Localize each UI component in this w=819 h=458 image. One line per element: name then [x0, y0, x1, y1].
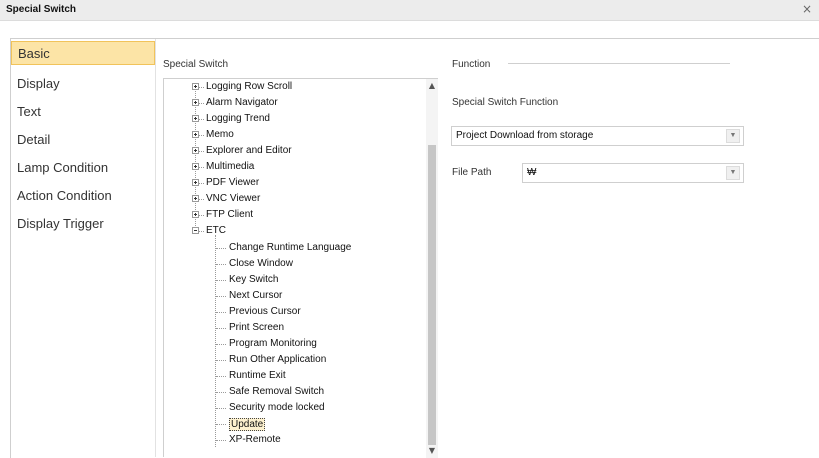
- tree-node-pdf-viewer[interactable]: PDF Viewer: [206, 175, 259, 191]
- nav-item-text[interactable]: Text: [11, 100, 155, 124]
- tree-connector: [216, 408, 226, 409]
- tree-connector: [199, 199, 204, 200]
- expand-icon[interactable]: [192, 163, 199, 170]
- tree-scrollbar[interactable]: ▲ ▼: [426, 79, 438, 458]
- function-group-divider: [508, 63, 730, 64]
- expand-icon[interactable]: [192, 195, 199, 202]
- tree-node-print-screen[interactable]: Print Screen: [229, 320, 284, 336]
- expand-icon[interactable]: [192, 131, 199, 138]
- tree-connector: [199, 167, 204, 168]
- nav-item-lamp-condition[interactable]: Lamp Condition: [11, 156, 155, 180]
- tree-node-change-runtime-language[interactable]: Change Runtime Language: [229, 240, 351, 256]
- file-path-select[interactable]: ₩ ▼: [522, 163, 744, 183]
- tree-node-alarm-navigator[interactable]: Alarm Navigator: [206, 95, 278, 111]
- tree-connector: [199, 103, 204, 104]
- function-group-label: Function: [452, 59, 491, 70]
- tree-connector: [199, 231, 204, 232]
- nav-item-display-trigger[interactable]: Display Trigger: [11, 212, 155, 236]
- tree-node-multimedia[interactable]: Multimedia: [206, 159, 254, 175]
- tree-node-update[interactable]: Update: [229, 418, 266, 431]
- tree-connector: [199, 215, 204, 216]
- tree-connector: [216, 328, 226, 329]
- expand-icon[interactable]: [192, 83, 199, 90]
- tree-node-security-mode-locked[interactable]: Security mode locked: [229, 400, 325, 416]
- nav-item-detail[interactable]: Detail: [11, 128, 155, 152]
- tree-connector: [216, 360, 226, 361]
- expand-icon[interactable]: [192, 115, 199, 122]
- scroll-up-icon[interactable]: ▲: [426, 81, 438, 91]
- tree-connector: [216, 392, 226, 393]
- tree-node-etc[interactable]: ETC: [206, 223, 226, 239]
- tree-node-memo[interactable]: Memo: [206, 127, 234, 143]
- tree-node-next-cursor[interactable]: Next Cursor: [229, 288, 282, 304]
- tree-connector: [216, 264, 226, 265]
- tree-etc-line: [215, 235, 216, 447]
- tree-connector: [216, 424, 226, 425]
- tree-connector: [199, 119, 204, 120]
- expand-icon[interactable]: [192, 211, 199, 218]
- tree-connector: [216, 440, 226, 441]
- nav-item-basic[interactable]: Basic: [11, 41, 155, 65]
- close-icon[interactable]: ×: [801, 2, 813, 16]
- tree-connector: [199, 135, 204, 136]
- tree-connector: [199, 151, 204, 152]
- tree-connector: [216, 376, 226, 377]
- tree-node-close-window[interactable]: Close Window: [229, 256, 293, 272]
- title-bar: Special Switch ×: [0, 0, 819, 21]
- special-switch-label: Special Switch: [163, 59, 229, 70]
- tree-node-runtime-exit[interactable]: Runtime Exit: [229, 368, 286, 384]
- window-title: Special Switch: [6, 4, 77, 15]
- file-path-value: ₩: [527, 167, 537, 178]
- tree-node-program-monitoring[interactable]: Program Monitoring: [229, 336, 317, 352]
- expand-icon[interactable]: [192, 179, 199, 186]
- special-switch-function-value: Project Download from storage: [456, 130, 594, 141]
- tree-connector: [216, 344, 226, 345]
- special-switch-tree[interactable]: Logging Row Scroll Alarm Navigator Loggi…: [163, 78, 438, 458]
- nav-item-display[interactable]: Display: [11, 72, 155, 96]
- scroll-down-icon[interactable]: ▼: [426, 446, 438, 456]
- tree-node-explorer-and-editor[interactable]: Explorer and Editor: [206, 143, 292, 159]
- scroll-thumb[interactable]: [428, 145, 436, 445]
- tree-node-logging-trend[interactable]: Logging Trend: [206, 111, 270, 127]
- tree-connector: [199, 183, 204, 184]
- category-nav: Basic Display Text Detail Lamp Condition…: [11, 39, 156, 457]
- tree-node-run-other-application[interactable]: Run Other Application: [229, 352, 326, 368]
- tree-node-safe-removal-switch[interactable]: Safe Removal Switch: [229, 384, 324, 400]
- tree-node-logging-row-scroll[interactable]: Logging Row Scroll: [206, 79, 292, 95]
- chevron-down-icon[interactable]: ▼: [726, 166, 740, 180]
- special-switch-function-select[interactable]: Project Download from storage ▼: [451, 126, 744, 146]
- file-path-label: File Path: [452, 167, 492, 178]
- tree-connector: [199, 87, 204, 88]
- tree-connector: [216, 280, 226, 281]
- tree-connector: [216, 312, 226, 313]
- special-switch-function-label: Special Switch Function: [452, 97, 559, 108]
- collapse-icon[interactable]: [192, 227, 199, 234]
- expand-icon[interactable]: [192, 99, 199, 106]
- expand-icon[interactable]: [192, 147, 199, 154]
- tree-connector: [216, 296, 226, 297]
- tree-root-line: [195, 86, 196, 228]
- tree-node-key-switch[interactable]: Key Switch: [229, 272, 278, 288]
- tree-connector: [216, 248, 226, 249]
- tree-node-vnc-viewer[interactable]: VNC Viewer: [206, 191, 260, 207]
- tree-content: Logging Row Scroll Alarm Navigator Loggi…: [164, 79, 426, 458]
- tree-node-xp-remote[interactable]: XP-Remote: [229, 432, 281, 448]
- nav-item-action-condition[interactable]: Action Condition: [11, 184, 155, 208]
- chevron-down-icon[interactable]: ▼: [726, 129, 740, 143]
- tree-node-previous-cursor[interactable]: Previous Cursor: [229, 304, 301, 320]
- tree-node-ftp-client[interactable]: FTP Client: [206, 207, 253, 223]
